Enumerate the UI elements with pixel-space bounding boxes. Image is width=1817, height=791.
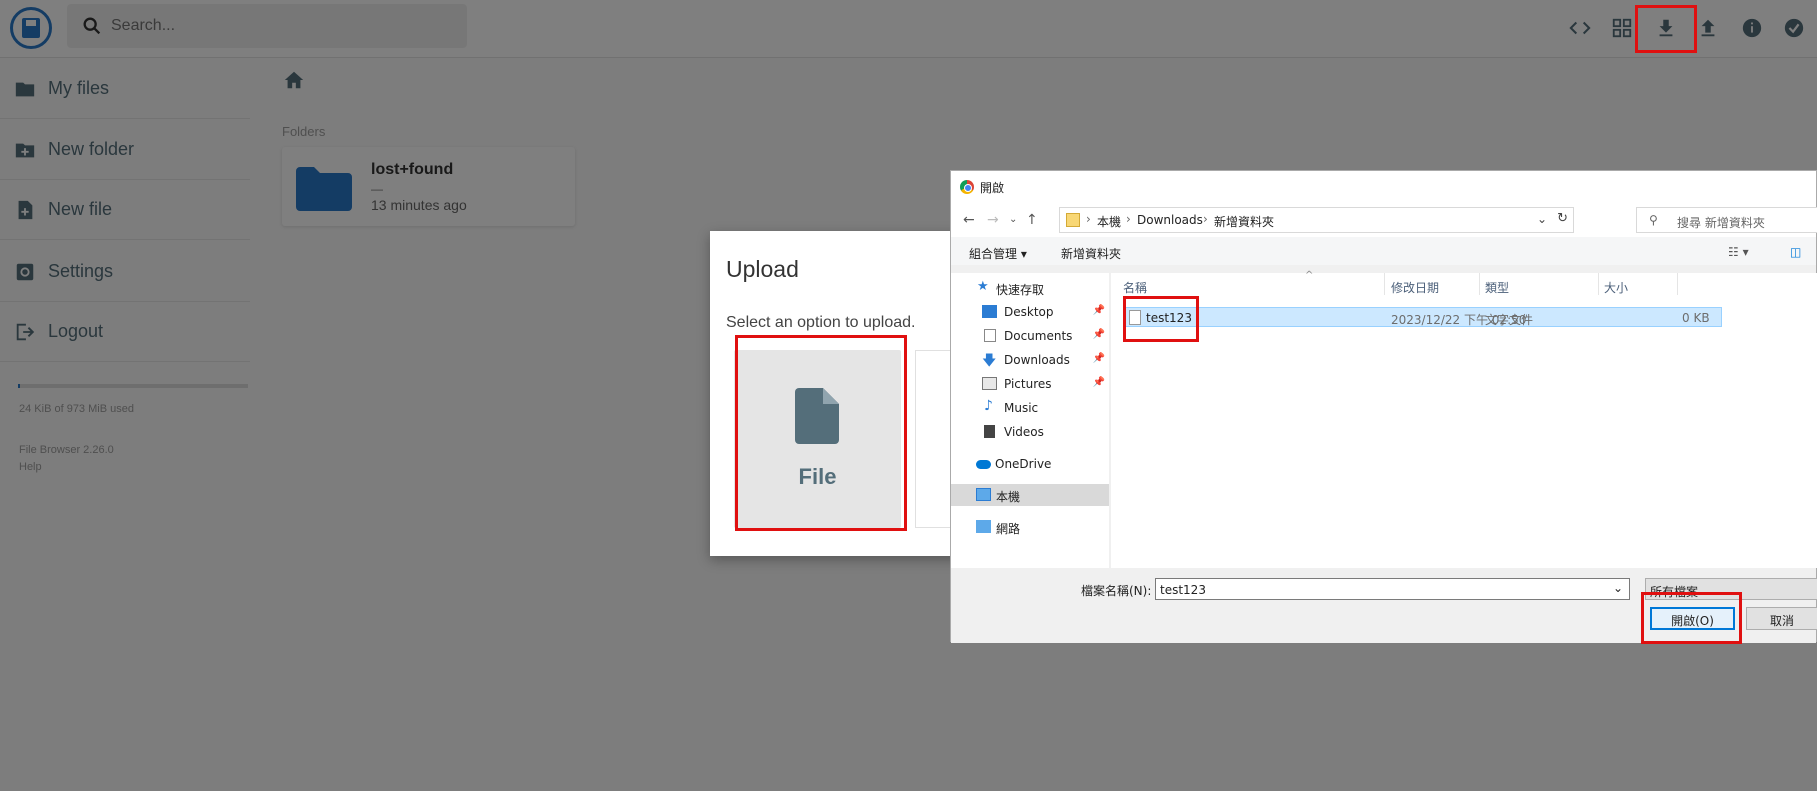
nav-item-network[interactable]: 網路 bbox=[951, 516, 1109, 538]
nav-item-documents[interactable]: Documents 📌 bbox=[951, 325, 1109, 347]
view-options-icon[interactable]: ☷ ▾ bbox=[1728, 245, 1749, 259]
new-folder-button[interactable]: 新增資料夾 bbox=[1061, 245, 1121, 262]
filename-label: 檔案名稱(N): bbox=[1081, 584, 1152, 598]
column-header-size[interactable]: 大小 bbox=[1604, 279, 1628, 296]
nav-item-desktop[interactable]: Desktop 📌 bbox=[951, 301, 1109, 323]
nav-item-this-pc[interactable]: 本機 bbox=[951, 484, 1109, 506]
nav-item-music[interactable]: ♪ Music bbox=[951, 397, 1109, 419]
music-icon: ♪ bbox=[984, 398, 993, 414]
upload-modal-title: Upload bbox=[726, 256, 799, 282]
dialog-navbar: ← → ⌄ ↑ › 本機 › Downloads › 新增資料夾 ⌄ ↻ ⚲ 搜… bbox=[951, 203, 1817, 237]
breadcrumb-item[interactable]: 新增資料夾 bbox=[1214, 213, 1274, 230]
highlight-box bbox=[1641, 592, 1742, 644]
search-icon: ⚲ bbox=[1649, 213, 1658, 227]
filename-input[interactable]: test123 ⌄ bbox=[1155, 578, 1630, 600]
up-arrow-icon[interactable]: ↑ bbox=[1026, 212, 1038, 228]
chrome-icon bbox=[960, 180, 974, 194]
pin-icon[interactable]: 📌 bbox=[1093, 305, 1105, 316]
downloads-icon: 🡇 bbox=[982, 353, 997, 369]
highlight-box bbox=[1635, 5, 1697, 53]
recent-dropdown-icon[interactable]: ⌄ bbox=[1009, 214, 1017, 225]
upload-modal-description: Select an option to upload. bbox=[726, 314, 916, 331]
file-open-dialog: 開啟 ← → ⌄ ↑ › 本機 › Downloads › 新增資料夾 ⌄ ↻ … bbox=[950, 170, 1817, 643]
navigation-pane: ★ 快速存取 Desktop 📌 Documents 📌 🡇 Downloads… bbox=[951, 273, 1109, 568]
network-icon bbox=[976, 520, 991, 533]
cancel-button[interactable]: 取消 bbox=[1746, 607, 1817, 630]
sort-indicator-icon: ^ bbox=[1305, 270, 1314, 281]
address-bar[interactable]: › 本機 › Downloads › 新增資料夾 ⌄ ↻ bbox=[1059, 207, 1574, 233]
dialog-toolbar: 組合管理 ▾ 新增資料夾 ☷ ▾ ◫ bbox=[951, 237, 1816, 265]
file-list-pane: ^ 名稱 修改日期 類型 大小 test123 2023/12/22 下午 02… bbox=[1111, 270, 1817, 568]
column-header-type[interactable]: 類型 bbox=[1485, 279, 1509, 296]
back-arrow-icon[interactable]: ← bbox=[963, 212, 975, 228]
highlight-box bbox=[1123, 296, 1199, 342]
pin-icon[interactable]: 📌 bbox=[1093, 377, 1105, 388]
pin-icon[interactable]: 📌 bbox=[1093, 353, 1105, 364]
nav-item-onedrive[interactable]: OneDrive bbox=[951, 453, 1109, 475]
dialog-title: 開啟 bbox=[980, 181, 1005, 195]
star-icon: ★ bbox=[977, 279, 989, 294]
nav-item-videos[interactable]: Videos bbox=[951, 421, 1109, 443]
dialog-search-box[interactable]: ⚲ 搜尋 新增資料夾 bbox=[1636, 207, 1817, 233]
cloud-icon bbox=[976, 460, 991, 469]
desktop-icon bbox=[982, 305, 997, 318]
nav-item-downloads[interactable]: 🡇 Downloads 📌 bbox=[951, 349, 1109, 371]
computer-icon bbox=[976, 488, 991, 501]
preview-pane-icon[interactable]: ◫ bbox=[1790, 245, 1801, 259]
filename-value: test123 bbox=[1160, 583, 1206, 597]
column-header-modified[interactable]: 修改日期 bbox=[1391, 279, 1439, 296]
file-type: 文字文件 bbox=[1485, 313, 1534, 327]
videos-icon bbox=[984, 425, 995, 438]
breadcrumb-item[interactable]: Downloads bbox=[1137, 213, 1203, 227]
file-size: 0 KB bbox=[1682, 311, 1710, 325]
pictures-icon bbox=[982, 377, 997, 390]
file-row[interactable]: test123 2023/12/22 下午 02:50 文字文件 0 KB bbox=[1123, 307, 1722, 327]
chevron-down-icon[interactable]: ⌄ bbox=[1613, 581, 1623, 595]
forward-arrow-icon[interactable]: → bbox=[987, 212, 999, 228]
breadcrumb-item[interactable]: 本機 bbox=[1097, 213, 1121, 230]
column-header-name[interactable]: 名稱 bbox=[1123, 279, 1147, 296]
dialog-titlebar: 開啟 bbox=[951, 171, 1816, 203]
refresh-icon[interactable]: ↻ bbox=[1557, 211, 1568, 226]
nav-item-pictures[interactable]: Pictures 📌 bbox=[951, 373, 1109, 395]
highlight-box bbox=[735, 335, 907, 531]
dialog-search-placeholder: 搜尋 新增資料夾 bbox=[1677, 216, 1765, 230]
folder-icon bbox=[1066, 213, 1080, 227]
nav-item-quick-access[interactable]: ★ 快速存取 bbox=[951, 277, 1109, 299]
chevron-down-icon[interactable]: ⌄ bbox=[1537, 212, 1547, 226]
documents-icon bbox=[984, 329, 996, 342]
organize-button[interactable]: 組合管理 ▾ bbox=[969, 245, 1027, 262]
pin-icon[interactable]: 📌 bbox=[1093, 329, 1105, 340]
